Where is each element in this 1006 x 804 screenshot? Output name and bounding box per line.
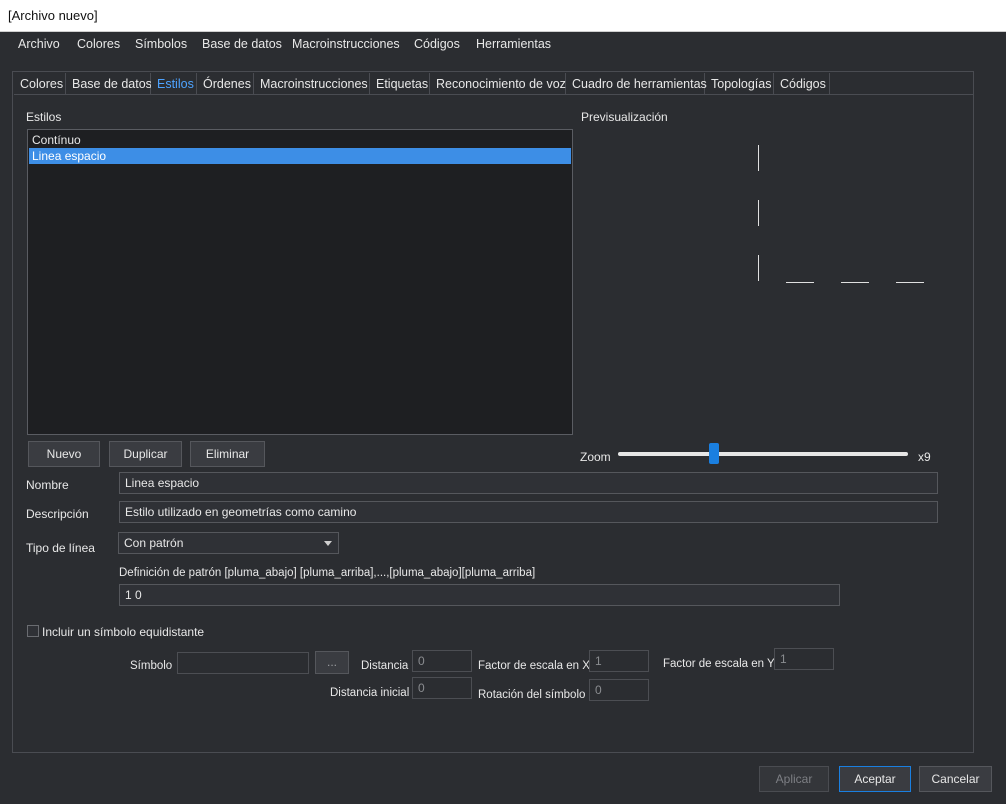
styles-list[interactable]: Contínuo Linea espacio (27, 129, 573, 435)
tab-etiquetas[interactable]: Etiquetas (370, 73, 430, 95)
symbol-input[interactable] (177, 652, 309, 674)
menu-simbolos[interactable]: Símbolos (135, 37, 187, 51)
duplicate-button[interactable]: Duplicar (109, 441, 182, 467)
preview-dash (841, 282, 869, 283)
tab-codigos[interactable]: Códigos (774, 73, 830, 95)
include-symbol-label: Incluir un símbolo equidistante (42, 625, 205, 639)
window-title: [Archivo nuevo] (8, 8, 98, 23)
delete-button[interactable]: Eliminar (190, 441, 265, 467)
preview-dash (758, 145, 759, 171)
line-type-label: Tipo de línea (26, 541, 95, 555)
window-titlebar: [Archivo nuevo] (0, 0, 1006, 32)
scale-x-label: Factor de escala en X (478, 660, 590, 672)
initial-distance-label: Distancia inicial (330, 687, 410, 699)
preview-dash (786, 282, 814, 283)
menu-archivo[interactable]: Archivo (18, 37, 60, 51)
preview-dash (758, 255, 759, 281)
tab-colores[interactable]: Colores (14, 73, 66, 95)
distance-input[interactable]: 0 (412, 650, 472, 672)
menu-codigos[interactable]: Códigos (414, 37, 460, 51)
name-input[interactable]: Linea espacio (119, 472, 938, 494)
tab-estilos[interactable]: Estilos (151, 73, 197, 95)
new-button[interactable]: Nuevo (28, 441, 100, 467)
tab-cuadro-de-herramientas[interactable]: Cuadro de herramientas (566, 73, 707, 95)
apply-button[interactable]: Aplicar (759, 766, 829, 792)
tab-divider (14, 94, 974, 95)
preview-dash (758, 200, 759, 226)
zoom-slider-thumb[interactable] (708, 443, 719, 464)
menu-macroinstrucciones[interactable]: Macroinstrucciones (292, 37, 400, 51)
zoom-label: Zoom (580, 450, 611, 464)
tab-ordenes[interactable]: Órdenes (197, 73, 254, 95)
rotation-input[interactable]: 0 (589, 679, 649, 701)
zoom-slider-track[interactable] (618, 452, 908, 456)
distance-label: Distancia (361, 660, 409, 672)
line-type-select[interactable]: Con patrón (118, 532, 339, 554)
menu-base-de-datos[interactable]: Base de datos (202, 37, 282, 51)
cancel-button[interactable]: Cancelar (919, 766, 992, 792)
symbol-label: Símbolo (130, 660, 173, 672)
name-label: Nombre (26, 478, 69, 492)
scale-y-label: Factor de escala en Y (663, 658, 775, 670)
tab-base-de-datos[interactable]: Base de datos (66, 73, 152, 95)
pattern-input[interactable]: 1 0 (119, 584, 840, 606)
preview-dash (896, 282, 924, 283)
description-label: Descripción (26, 507, 89, 521)
scale-y-input[interactable]: 1 (774, 648, 834, 670)
chevron-down-icon (324, 541, 332, 546)
menu-colores[interactable]: Colores (77, 37, 120, 51)
accept-button[interactable]: Aceptar (839, 766, 911, 792)
tab-macroinstrucciones[interactable]: Macroinstrucciones (254, 73, 370, 95)
initial-distance-input[interactable]: 0 (412, 677, 472, 699)
list-item-continuo[interactable]: Contínuo (29, 132, 571, 148)
list-item-linea-espacio[interactable]: Linea espacio (29, 148, 571, 164)
menu-bar: Archivo Colores Símbolos Base de datos M… (0, 32, 1006, 58)
line-preview (580, 130, 940, 430)
include-symbol-checkbox[interactable] (27, 625, 39, 637)
tab-topologias[interactable]: Topologías (705, 73, 774, 95)
styles-label: Estilos (26, 110, 62, 124)
preview-label: Previsualización (581, 110, 668, 124)
tab-reconocimiento-de-voz[interactable]: Reconocimiento de voz (430, 73, 566, 95)
menu-herramientas[interactable]: Herramientas (476, 37, 551, 51)
line-type-value: Con patrón (124, 536, 184, 550)
pattern-label: Definición de patrón [pluma_abajo] [plum… (119, 567, 536, 579)
browse-symbol-button[interactable]: ... (315, 651, 349, 674)
description-input[interactable]: Estilo utilizado en geometrías como cami… (119, 501, 938, 523)
rotation-label: Rotación del símbolo (478, 689, 586, 701)
scale-x-input[interactable]: 1 (589, 650, 649, 672)
zoom-value: x9 (918, 450, 931, 464)
